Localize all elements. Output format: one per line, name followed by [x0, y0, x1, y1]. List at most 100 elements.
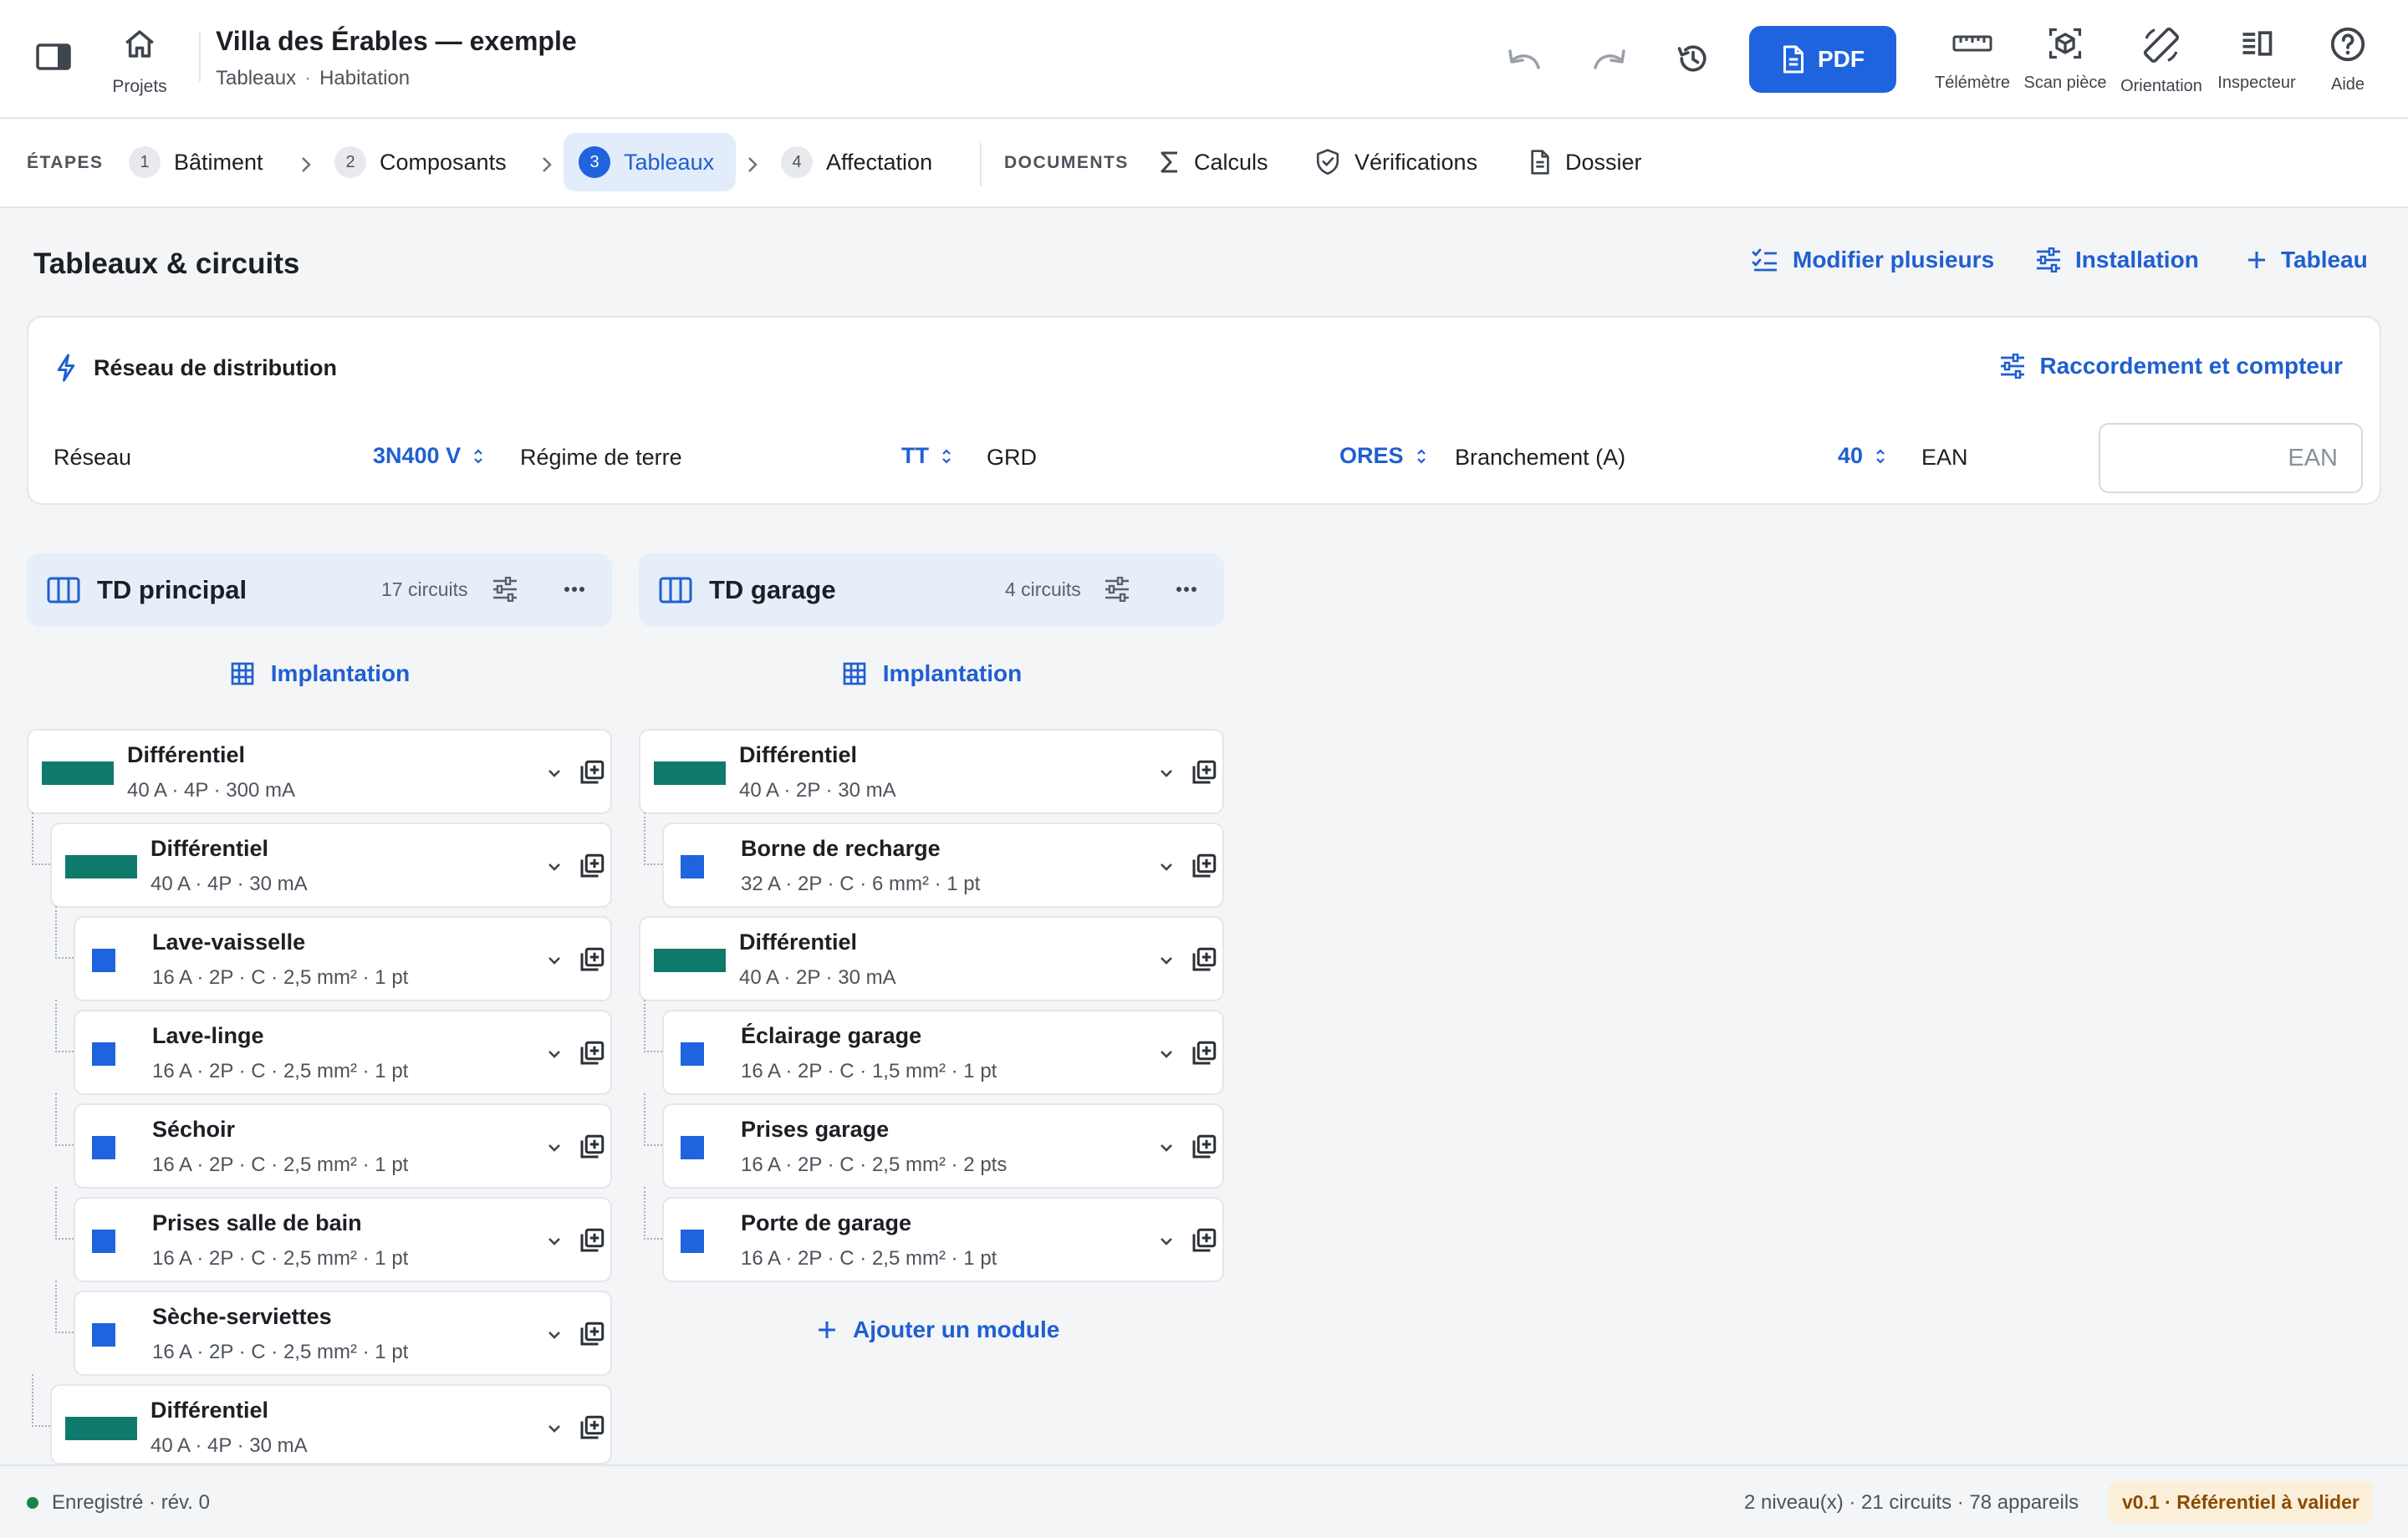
- sidebar-toggle-icon[interactable]: [33, 40, 74, 74]
- project-title: Villa des Érables — exemple: [216, 26, 577, 56]
- differential-module[interactable]: Différentiel 40 A · 2P · 30 mA: [639, 916, 1224, 1001]
- add-copy-icon[interactable]: [1189, 945, 1219, 975]
- circuit-module[interactable]: Borne de recharge 32 A · 2P · C · 6 mm² ·…: [662, 822, 1224, 908]
- differential-module[interactable]: Différentiel 40 A · 4P · 300 mA: [27, 729, 612, 814]
- plus-icon: [2248, 252, 2265, 268]
- undo-icon[interactable]: [1503, 42, 1545, 75]
- doc-dossier[interactable]: Dossier: [1528, 133, 1642, 191]
- version-badge: v0.1 · Référentiel à valider: [2109, 1481, 2373, 1523]
- connection-meter-button[interactable]: Raccordement et compteur: [1999, 353, 2343, 379]
- add-copy-icon[interactable]: [1189, 1225, 1219, 1255]
- add-copy-icon[interactable]: [577, 851, 607, 881]
- earthing-select[interactable]: TT: [901, 443, 952, 469]
- panel-header[interactable]: TD principal 17 circuits: [27, 553, 612, 627]
- tune-icon[interactable]: [1104, 577, 1130, 602]
- chevron-down-icon[interactable]: [543, 762, 565, 784]
- add-copy-icon[interactable]: [577, 1132, 607, 1162]
- chevron-down-icon[interactable]: [543, 950, 565, 971]
- chevron-down-icon[interactable]: [543, 1043, 565, 1065]
- chevron-down-icon[interactable]: [543, 1230, 565, 1252]
- doc-calculs[interactable]: Calculs: [1159, 133, 1268, 191]
- add-copy-icon[interactable]: [577, 1319, 607, 1349]
- tree-connector: [55, 1093, 74, 1146]
- home-button[interactable]: Projets: [102, 27, 177, 97]
- doc-verifications[interactable]: Vérifications: [1314, 133, 1477, 191]
- module-name: Séchoir: [152, 1117, 236, 1142]
- edit-multiple-button[interactable]: Modifier plusieurs: [1751, 247, 1994, 273]
- network-select[interactable]: 3N400 V: [373, 443, 484, 469]
- circuit-module[interactable]: Prises garage 16 A · 2P · C · 2,5 mm² · 2…: [662, 1103, 1224, 1189]
- inspector-button[interactable]: Inspecteur: [2207, 25, 2306, 93]
- chevron-down-icon[interactable]: [543, 1137, 565, 1159]
- telemeter-button[interactable]: Télémètre: [1923, 25, 2022, 93]
- grd-select[interactable]: ORES: [1339, 443, 1427, 469]
- circuit-module[interactable]: Prises salle de bain 16 A · 2P · C · 2,5 …: [74, 1197, 612, 1282]
- step-tableaux[interactable]: 3 Tableaux: [564, 133, 736, 191]
- chevron-down-icon[interactable]: [1156, 950, 1177, 971]
- status-bar: Enregistré · rév. 0 2 niveau(x) · 21 cir…: [0, 1464, 2408, 1538]
- differential-module[interactable]: Différentiel 40 A · 2P · 30 mA: [639, 729, 1224, 814]
- add-copy-icon[interactable]: [577, 945, 607, 975]
- tune-icon[interactable]: [492, 577, 518, 602]
- step-composants[interactable]: 2 Composants: [319, 133, 522, 191]
- help-button[interactable]: Aide: [2299, 25, 2396, 94]
- implantation-label: Implantation: [882, 660, 1023, 686]
- branch-select[interactable]: 40: [1838, 443, 1886, 469]
- step-batiment[interactable]: 1 Bâtiment: [114, 133, 278, 191]
- room-scan-button[interactable]: Scan pièce: [2016, 25, 2115, 93]
- panel-header[interactable]: TD garage 4 circuits: [639, 553, 1224, 627]
- add-copy-icon[interactable]: [1189, 1038, 1219, 1068]
- ean-input[interactable]: [2099, 423, 2363, 493]
- steps-divider: [980, 143, 982, 186]
- circuit-swatch: [681, 1042, 704, 1066]
- circuit-swatch: [92, 1323, 115, 1347]
- circuit-module[interactable]: Sèche-serviettes 16 A · 2P · C · 2,5 mm² …: [74, 1291, 612, 1376]
- add-panel-button[interactable]: Tableau: [2246, 247, 2368, 273]
- add-copy-icon[interactable]: [577, 1413, 607, 1443]
- module-name: Porte de garage: [741, 1210, 912, 1235]
- add-copy-icon[interactable]: [577, 1038, 607, 1068]
- module-name: Prises garage: [741, 1117, 890, 1142]
- add-copy-icon[interactable]: [1189, 757, 1219, 787]
- circuit-module[interactable]: Séchoir 16 A · 2P · C · 2,5 mm² · 1 pt: [74, 1103, 612, 1189]
- chevron-down-icon[interactable]: [543, 1418, 565, 1439]
- add-module-button[interactable]: Ajouter un module: [816, 1316, 1059, 1343]
- chevron-down-icon[interactable]: [1156, 1230, 1177, 1252]
- history-icon[interactable]: [1672, 40, 1714, 77]
- connection-meter-label: Raccordement et compteur: [2039, 353, 2343, 379]
- differential-module[interactable]: Différentiel 40 A · 4P · 30 mA: [50, 1384, 612, 1464]
- more-horizontal-icon[interactable]: [1174, 577, 1199, 602]
- add-copy-icon[interactable]: [1189, 851, 1219, 881]
- plus-icon: [819, 1322, 835, 1338]
- implantation-button[interactable]: Implantation: [639, 660, 1224, 687]
- chevron-down-icon[interactable]: [1156, 1043, 1177, 1065]
- breadcrumb-item[interactable]: Tableaux: [216, 67, 296, 89]
- breadcrumb-item[interactable]: Habitation: [319, 67, 410, 89]
- add-copy-icon[interactable]: [577, 1225, 607, 1255]
- add-copy-icon[interactable]: [1189, 1132, 1219, 1162]
- chevron-down-icon[interactable]: [543, 1324, 565, 1346]
- circuit-module[interactable]: Porte de garage 16 A · 2P · C · 2,5 mm² ·…: [662, 1197, 1224, 1282]
- add-copy-icon[interactable]: [577, 757, 607, 787]
- installation-button[interactable]: Installation: [2035, 247, 2199, 273]
- help-label: Aide: [2330, 75, 2365, 94]
- circuit-module[interactable]: Lave-linge 16 A · 2P · C · 2,5 mm² · 1 pt: [74, 1010, 612, 1095]
- implantation-button[interactable]: Implantation: [27, 660, 612, 687]
- tree-connector: [644, 1000, 662, 1052]
- circuit-module[interactable]: Lave-vaisselle 16 A · 2P · C · 2,5 mm² · …: [74, 916, 612, 1001]
- pdf-button[interactable]: PDF: [1749, 26, 1896, 93]
- circuit-module[interactable]: Éclairage garage 16 A · 2P · C · 1,5 mm² …: [662, 1010, 1224, 1095]
- chevron-down-icon[interactable]: [1156, 856, 1177, 878]
- edit-multiple-label: Modifier plusieurs: [1793, 247, 1995, 272]
- chevron-down-icon[interactable]: [1156, 762, 1177, 784]
- sort-arrows-icon: [942, 448, 951, 464]
- circuit-count: 17 circuits: [381, 578, 468, 600]
- chevron-down-icon[interactable]: [1156, 1137, 1177, 1159]
- step-affectation[interactable]: 4 Affectation: [766, 133, 947, 191]
- orientation-button[interactable]: Orientation: [2112, 25, 2211, 96]
- redo-icon[interactable]: [1589, 42, 1630, 75]
- chevron-down-icon[interactable]: [543, 856, 565, 878]
- chevron-right-icon: [302, 157, 311, 172]
- differential-module[interactable]: Différentiel 40 A · 4P · 30 mA: [50, 822, 612, 908]
- more-horizontal-icon[interactable]: [562, 577, 587, 602]
